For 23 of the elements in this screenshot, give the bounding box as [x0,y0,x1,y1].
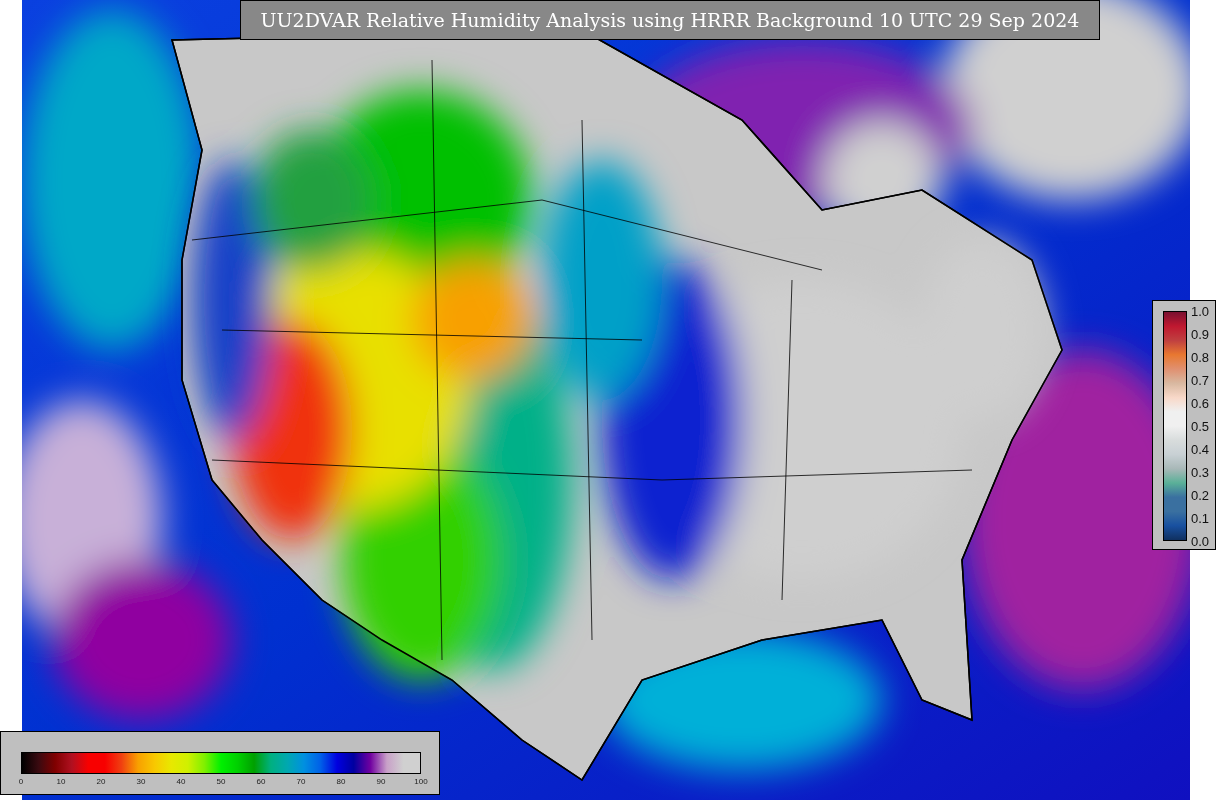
tick-label: 50 [216,776,226,788]
tick-label: 0.4 [1191,442,1210,456]
tick-label: 70 [296,776,306,788]
map-title: UU2DVAR Relative Humidity Analysis using HRRR Background 10 UTC 29 Sep 2024 [240,0,1100,40]
tick-label: 0.9 [1191,327,1210,341]
tick-label: 60 [256,776,266,788]
tick-label: 0.3 [1191,465,1210,479]
tick-label: 0.8 [1191,350,1210,364]
tick-label: 30 [136,776,146,788]
tick-label: 0.1 [1191,511,1210,525]
tick-label: 80 [336,776,346,788]
tick-label: 100 [414,776,428,788]
tick-label: 10 [56,776,66,788]
tick-label: 20 [96,776,106,788]
tick-label: 0 [18,776,24,788]
tick-label: 0.6 [1191,396,1210,410]
tick-label: 1.0 [1191,304,1210,318]
tick-label: 0.0 [1191,534,1210,548]
tick-label: 0.7 [1191,373,1210,387]
tick-label: 40 [176,776,186,788]
tick-label: 90 [376,776,386,788]
tick-label: 0.5 [1191,419,1210,433]
tick-label: 0.2 [1191,488,1210,502]
